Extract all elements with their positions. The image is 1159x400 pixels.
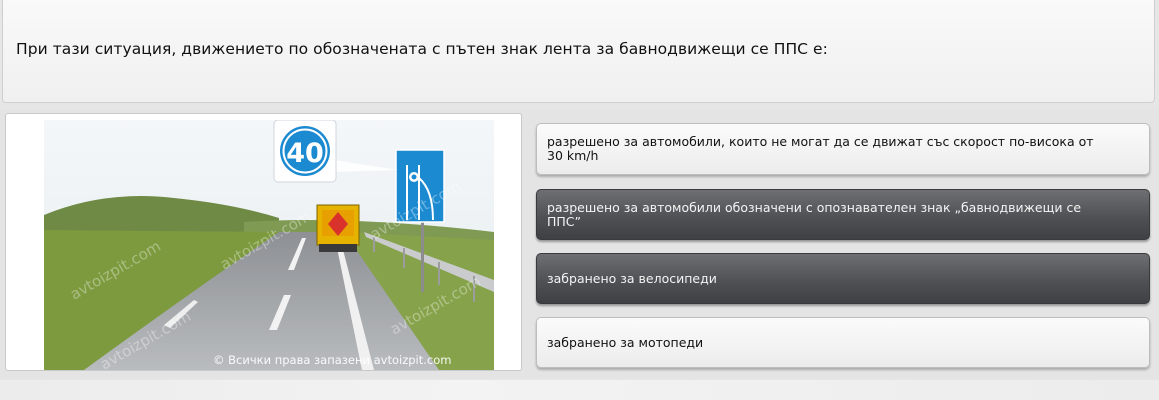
speed-sign-value: 40 [286, 138, 324, 169]
answer-option-3[interactable]: забранено за велосипеди [536, 253, 1150, 304]
road-scene-image: 40 avtoizpit.com avtoizpit.com avtoizpit… [44, 120, 494, 370]
situation-image-frame: 40 avtoizpit.com avtoizpit.com avtoizpit… [5, 113, 522, 371]
footer-band [0, 380, 1159, 400]
answer-option-4-label: забранено за мотопеди [547, 334, 704, 350]
question-text: При тази ситуация, движението по обознач… [16, 40, 828, 58]
answer-option-3-label: забранено за велосипеди [547, 270, 717, 286]
answer-option-2-label: разрешено за автомобили обозначени с опо… [547, 199, 1082, 229]
answer-option-4[interactable]: забранено за мотопеди [536, 317, 1150, 368]
answer-option-1-label: разрешено за автомобили, които не могат … [547, 134, 1094, 163]
copyright-text: © Всички права запазени avtoizpit.com [213, 353, 452, 367]
answer-option-2[interactable]: разрешено за автомобили обозначени с опо… [536, 189, 1150, 240]
answer-option-1[interactable]: разрешено за автомобили, които не могат … [536, 123, 1150, 175]
question-panel: При тази ситуация, движението по обознач… [2, 0, 1155, 103]
